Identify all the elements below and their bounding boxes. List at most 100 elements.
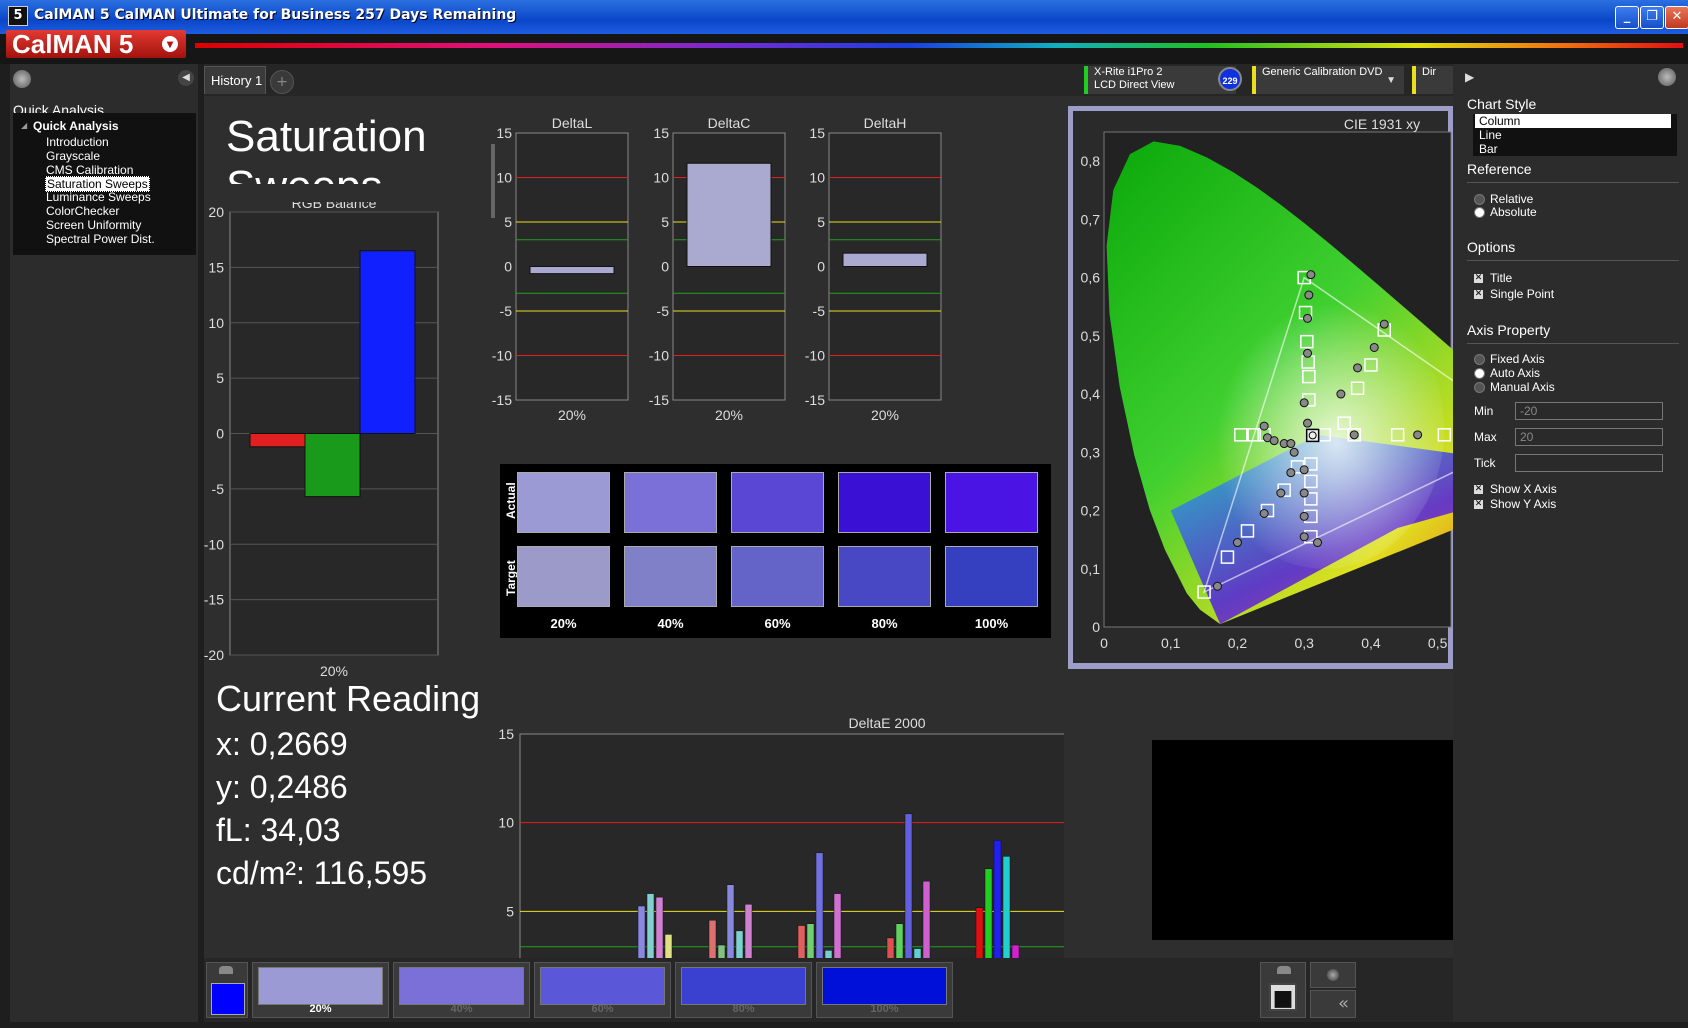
rainbow-divider — [195, 43, 1683, 48]
expand-right-icon[interactable]: ▶ — [1465, 70, 1474, 84]
display-selector[interactable]: Dir — [1412, 66, 1453, 94]
bar — [842, 252, 928, 267]
stop-icon[interactable]: ■ — [1269, 983, 1297, 1011]
tree-item-spectral-power[interactable]: Spectral Power Dist. — [46, 232, 155, 246]
tree-item-luminance-sweeps[interactable]: Luminance Sweeps — [46, 190, 151, 204]
radio-relative[interactable] — [1474, 194, 1485, 205]
measured-point — [1306, 270, 1316, 280]
patch-label: 80% — [732, 1003, 755, 1015]
style-option-column[interactable]: Column — [1475, 114, 1671, 128]
chevron-down-icon: ▼ — [1386, 75, 1396, 86]
calman-window: 5 CalMAN 5 CalMAN Ultimate for Business … — [0, 0, 1688, 1028]
y-tick-label: -15 — [204, 592, 224, 608]
pin-icon[interactable] — [1658, 68, 1676, 86]
add-tab-button[interactable]: + — [270, 70, 294, 94]
workflow-tree: ◢ Quick Analysis Introduction Grayscale … — [13, 113, 196, 255]
tree-item-colorchecker[interactable]: ColorChecker — [46, 204, 119, 218]
label-absolute: Absolute — [1490, 205, 1537, 219]
stop-control[interactable]: ■ — [1260, 962, 1306, 1018]
eject-icon[interactable] — [1277, 966, 1291, 974]
checkbox-title[interactable]: ✕ — [1474, 274, 1483, 283]
minimize-button[interactable]: _ — [1615, 6, 1639, 29]
radio-manual-axis[interactable] — [1474, 382, 1485, 393]
tree-item-introduction[interactable]: Introduction — [46, 135, 109, 149]
y-tick-label: -10 — [649, 348, 669, 364]
swatch-label: 60% — [764, 616, 791, 631]
tree-item-screen-uniformity[interactable]: Screen Uniformity — [46, 218, 141, 232]
y-tick-label: 0 — [216, 426, 224, 442]
expand-arrow-icon[interactable]: ◢ — [21, 121, 27, 130]
calman-logo-menu[interactable]: CalMAN 5 ▾ — [6, 30, 186, 58]
measured-point — [1269, 436, 1279, 446]
x-tick-label: 0 — [1100, 635, 1108, 651]
patch-button[interactable]: 60% — [534, 962, 671, 1018]
scroll-handle[interactable] — [491, 144, 495, 218]
collapse-icon[interactable]: « — [1310, 990, 1356, 1018]
swatch-label: 80% — [871, 616, 898, 631]
patch-color — [822, 967, 947, 1005]
section-chart-style: Chart Style — [1467, 96, 1537, 112]
x-tick-label: 20% — [320, 663, 348, 679]
patch-label: 40% — [450, 1003, 473, 1015]
patch-label: 100% — [870, 1003, 899, 1015]
pin-icon[interactable] — [13, 70, 31, 88]
radio-fixed-axis[interactable] — [1474, 354, 1485, 365]
checkbox-show-y-axis[interactable]: ✕ — [1474, 500, 1483, 509]
record-control[interactable] — [1310, 962, 1356, 988]
radio-auto-axis[interactable] — [1474, 368, 1485, 379]
y-tick-label: 15 — [496, 125, 512, 141]
chart-title: DeltaE 2000 — [848, 715, 925, 731]
measured-point — [1303, 418, 1313, 428]
reading-y: y: 0,2486 — [216, 769, 348, 805]
collapse-left-icon[interactable]: ◀ — [178, 70, 194, 86]
measured-point — [1212, 581, 1222, 591]
tree-item-grayscale[interactable]: Grayscale — [46, 149, 100, 163]
meter-name: X-Rite i1Pro 2 — [1094, 66, 1163, 78]
patch-button[interactable]: 100% — [816, 962, 953, 1018]
row-label-target: Target — [504, 560, 518, 596]
patch-button[interactable]: 20% — [252, 962, 389, 1018]
restore-button[interactable]: ❐ — [1640, 6, 1664, 29]
y-tick-label: -20 — [204, 647, 224, 663]
tree-root[interactable]: Quick Analysis — [33, 119, 119, 133]
style-option-bar[interactable]: Bar — [1479, 142, 1498, 156]
logo-bar: CalMAN 5 ▾ — [0, 30, 1688, 64]
max-input[interactable] — [1515, 428, 1663, 446]
patch-button[interactable]: 40% — [393, 962, 530, 1018]
tree-item-cms-calibration[interactable]: CMS Calibration — [46, 163, 133, 177]
current-patch-color — [211, 983, 245, 1015]
y-tick-label: 15 — [809, 125, 825, 141]
target-swatch — [624, 546, 717, 607]
eject-icon[interactable] — [219, 966, 233, 974]
close-button[interactable]: ✕ — [1665, 6, 1688, 29]
tab-history-1[interactable]: History 1 — [204, 66, 266, 94]
meter-mode: LCD Direct View — [1094, 79, 1175, 91]
x-tick-label: 20% — [715, 407, 743, 423]
style-option-line[interactable]: Line — [1479, 128, 1502, 142]
y-tick-label: 5 — [506, 903, 514, 919]
tick-input[interactable] — [1515, 454, 1663, 472]
y-tick-label: 10 — [653, 170, 669, 186]
checkbox-single-point[interactable]: ✕ — [1474, 290, 1483, 299]
label-fixed-axis: Fixed Axis — [1490, 352, 1545, 366]
meter-badge[interactable]: 229 — [1218, 67, 1242, 91]
main-area: History 1 + X-Rite i1Pro 2 LCD Direct Vi… — [204, 64, 1453, 1023]
source-selector[interactable]: Generic Calibration DVD ▼ — [1252, 66, 1404, 94]
y-tick-label: 0,4 — [1081, 386, 1101, 402]
radio-absolute[interactable] — [1474, 207, 1485, 218]
measured-point — [1369, 342, 1379, 352]
section-axis-property: Axis Property — [1467, 322, 1551, 338]
chart-style-list[interactable]: Column Line Bar — [1473, 114, 1677, 156]
min-input[interactable] — [1515, 402, 1663, 420]
label-single-point: Single Point — [1490, 287, 1555, 301]
measured-point — [1303, 348, 1313, 358]
swatch-grid: Actual Target 20% 40% 60% 80% 100% — [500, 464, 1051, 638]
patch-button[interactable]: 80% — [675, 962, 812, 1018]
window-title: CalMAN 5 CalMAN Ultimate for Business 25… — [34, 7, 517, 23]
section-options: Options — [1467, 239, 1516, 255]
y-tick-label: -15 — [805, 392, 825, 408]
measured-point — [1299, 398, 1309, 408]
meter-selector[interactable]: X-Rite i1Pro 2 LCD Direct View ▼ — [1084, 66, 1236, 94]
checkbox-show-x-axis[interactable]: ✕ — [1474, 485, 1483, 494]
measured-point — [1299, 488, 1309, 498]
